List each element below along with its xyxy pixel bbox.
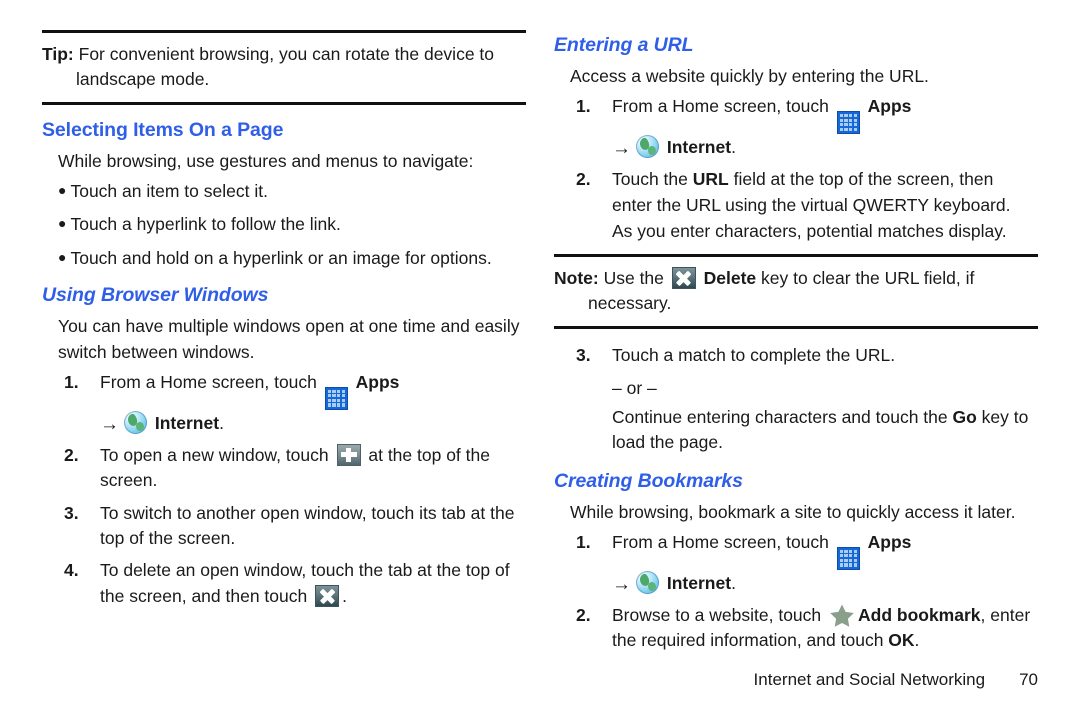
step-1: 1. From a Home screen, touch Apps → Inter…	[554, 94, 1038, 160]
step-1-substep: → Internet.	[612, 570, 1038, 596]
list-item: ● Touch a hyperlink to follow the link.	[58, 212, 526, 237]
footer-section-title: Internet and Social Networking	[753, 670, 986, 689]
bullet-dot-icon: ●	[58, 181, 67, 198]
intro-entering-a-url: Access a website quickly by entering the…	[570, 66, 929, 86]
browser-windows-steps: 1. From a Home screen, touch Apps → Inter…	[42, 370, 526, 609]
delete-key-label: Delete	[703, 268, 757, 289]
note-text-part1: Use the	[598, 268, 669, 289]
apps-label: Apps	[867, 531, 912, 552]
step-text-before: To delete an open window, touch the tab …	[100, 560, 510, 606]
heading-selecting-items: Selecting Items On a Page	[42, 118, 284, 141]
step-1: 1. From a Home screen, touch Apps → Inter…	[42, 370, 526, 436]
bullet-dot-icon: ●	[58, 215, 67, 232]
arrow-right-icon: →	[100, 413, 119, 435]
two-column-layout: Tip: For convenient browsing, you can ro…	[0, 0, 1080, 720]
globe-internet-icon	[636, 570, 659, 594]
continue-entering-text: Continue entering characters and touch t…	[554, 405, 1038, 456]
arrow-right-icon: →	[612, 137, 631, 159]
note-label: Note:	[554, 268, 599, 289]
step-text-part3: .	[914, 630, 920, 651]
step-3: 3. Touch a match to complete the URL.	[554, 343, 1038, 368]
heading-entering-a-url: Entering a URL	[554, 34, 694, 56]
step-2: 2. Touch the URL field at the top of the …	[554, 167, 1038, 244]
manual-page: Tip: For convenient browsing, you can ro…	[0, 0, 1080, 720]
step-text: From a Home screen, touch	[100, 371, 322, 392]
step-number: 1.	[576, 531, 591, 552]
step-1-substep: → Internet.	[612, 134, 1038, 160]
step-text: From a Home screen, touch	[612, 96, 834, 117]
bullet-text: Touch an item to select it.	[70, 180, 268, 201]
ok-label: OK	[888, 630, 915, 651]
period: .	[731, 136, 736, 157]
step-text-after: .	[342, 585, 347, 606]
step-4: 4. To delete an open window, touch the ta…	[42, 558, 526, 609]
step-1: 1. From a Home screen, touch Apps → Inter…	[554, 530, 1038, 596]
intro-selecting-items: While browsing, use gestures and menus t…	[58, 150, 474, 171]
arrow-right-icon: →	[612, 573, 631, 595]
globe-internet-icon	[124, 410, 147, 434]
entering-url-steps: 1. From a Home screen, touch Apps → Inter…	[554, 94, 1038, 244]
list-item: ● Touch an item to select it.	[58, 179, 526, 204]
go-key-label: Go	[952, 406, 977, 427]
x-delete-icon	[671, 267, 696, 290]
internet-label: Internet	[154, 412, 220, 433]
period: .	[219, 412, 224, 433]
apps-label: Apps	[867, 96, 912, 117]
step-2: 2. Browse to a website, touch Add bookmar…	[554, 603, 1038, 654]
step-2: 2. To open a new window, touch at the top…	[42, 443, 526, 494]
step-text: From a Home screen, touch	[612, 531, 834, 552]
continue-part1: Continue entering characters and touch t…	[612, 406, 953, 427]
step-2-note-text: As you enter characters, potential match…	[612, 221, 1007, 242]
url-step-three: 3. Touch a match to complete the URL.	[554, 343, 1038, 368]
step-1-substep: → Internet.	[100, 410, 526, 436]
add-bookmark-label: Add bookmark	[858, 605, 981, 626]
step-text: To switch to another open window, touch …	[100, 502, 515, 549]
star-add-bookmark-icon	[829, 603, 855, 627]
step-number: 1.	[576, 96, 591, 117]
step-text: Touch a match to complete the URL.	[612, 345, 896, 366]
step-number: 2.	[64, 444, 79, 465]
page-footer: Internet and Social Networking 70	[0, 670, 1080, 690]
intro-using-browser-windows: You can have multiple windows open at on…	[58, 316, 520, 362]
or-separator: – or –	[612, 377, 657, 398]
plus-new-window-icon	[336, 443, 361, 466]
step-number: 3.	[576, 345, 591, 366]
selecting-items-bullet-list: ● Touch an item to select it. ● Touch a hy…	[42, 179, 526, 271]
step-number: 2.	[576, 169, 591, 190]
bookmark-steps: 1. From a Home screen, touch Apps → Inter…	[554, 530, 1038, 654]
apps-grid-icon	[836, 546, 860, 570]
tip-text: For convenient browsing, you can rotate …	[73, 44, 495, 89]
internet-label: Internet	[666, 572, 732, 593]
right-column: Entering a URL Access a website quickly …	[554, 30, 1038, 720]
period: .	[731, 572, 736, 593]
heading-creating-bookmarks: Creating Bookmarks	[554, 469, 743, 492]
intro-creating-bookmarks: While browsing, bookmark a site to quick…	[570, 501, 1016, 522]
internet-label: Internet	[666, 136, 732, 157]
step-number: 3.	[64, 502, 79, 523]
bullet-dot-icon: ●	[58, 248, 67, 265]
footer-page-number: 70	[1019, 670, 1038, 689]
left-column: Tip: For convenient browsing, you can ro…	[42, 30, 526, 720]
url-bold-label: URL	[692, 169, 729, 190]
note-callout: Note: Use the Delete key to clear the UR…	[554, 254, 1038, 330]
apps-grid-icon	[836, 110, 860, 134]
globe-internet-icon	[636, 134, 659, 158]
step-text-part1: Touch the	[612, 169, 693, 190]
step-number: 1.	[64, 371, 79, 392]
step-number: 4.	[64, 560, 79, 581]
step-number: 2.	[576, 605, 591, 626]
step-3: 3. To switch to another open window, touc…	[42, 501, 526, 552]
heading-using-browser-windows: Using Browser Windows	[42, 284, 269, 307]
apps-grid-icon	[324, 386, 348, 410]
apps-label: Apps	[355, 371, 400, 392]
bullet-text: Touch and hold on a hyperlink or an imag…	[70, 247, 492, 268]
tip-callout: Tip: For convenient browsing, you can ro…	[42, 30, 526, 105]
step-text-before: To open a new window, touch	[100, 444, 334, 465]
bullet-text: Touch a hyperlink to follow the link.	[70, 214, 341, 235]
step-text-part1: Browse to a website, touch	[612, 605, 826, 626]
x-delete-icon	[315, 584, 340, 607]
list-item: ● Touch and hold on a hyperlink or an ima…	[58, 246, 526, 271]
tip-label: Tip:	[42, 44, 74, 64]
